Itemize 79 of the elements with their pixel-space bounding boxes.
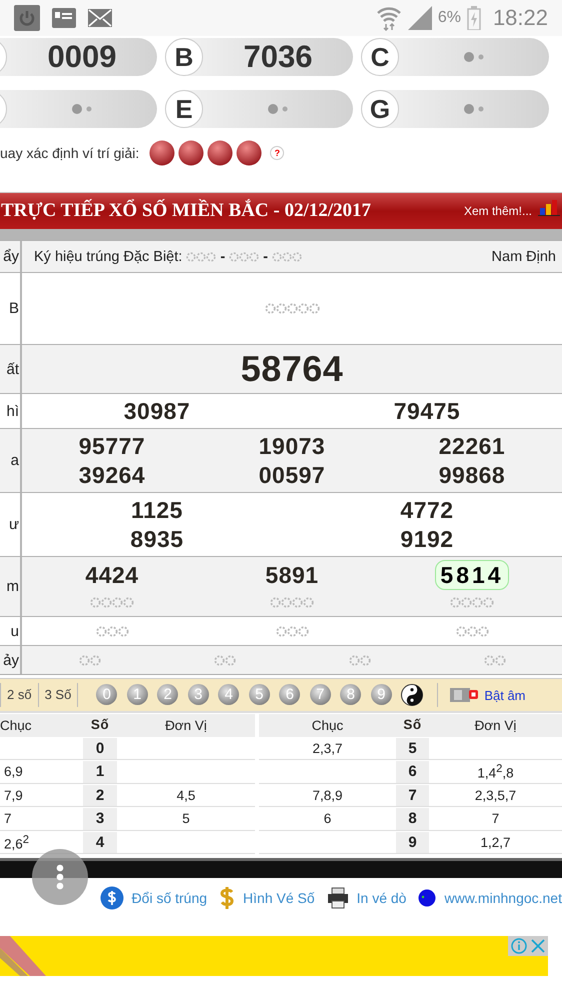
prize-number: 99868 [438,461,506,489]
prize-number: 1125 [131,496,183,524]
table-cell: 7,9 [4,788,23,803]
prize-number: 39264 [78,461,146,489]
footer-link[interactable]: In vé dò [356,890,406,906]
table-cell: 4,5 [176,788,196,803]
table-cell: 5 [396,738,429,760]
table-cell: 5 [182,811,190,826]
digit-ball[interactable]: 7 [310,684,331,705]
table-cell: 2,3,7 [312,740,343,756]
prize-number: 9192 [400,525,454,553]
table-cell: 1,4$^{2}$,8 [477,763,514,780]
prize-number: 95777 [78,432,146,460]
battery-percent: 6% [438,9,461,27]
footer-link[interactable]: www.minhngoc.net [444,890,562,906]
digit-ball[interactable]: 4 [218,684,240,705]
letter-badge: E [165,90,203,128]
prize-number: 8935 [130,525,184,553]
table-cell: 6 [324,811,332,826]
column-header: Đơn Vị [429,714,562,736]
clock: 18:22 [492,5,548,31]
digit-ball[interactable]: 0 [96,684,118,705]
prize-number: 5814 [435,560,509,590]
footer-link[interactable]: Hình Vé Số [243,890,315,906]
table-cell: 2,3,5,7 [474,788,516,803]
letter-badge: C [361,38,399,76]
column-header: Chục [259,714,396,736]
prize-number: 30987 [124,397,190,425]
table-cell: 7,8,9 [312,788,343,803]
table-cell: 7 [492,811,500,826]
letter-badge: B [165,38,203,76]
prize-number: 4772 [400,496,454,524]
prize-number: 79475 [394,397,460,425]
table-cell: 7 [396,784,429,807]
help-button[interactable]: ? [270,146,284,160]
prize-number: 5891 [265,561,319,589]
table-cell: 3 [83,808,117,830]
prize-number: 4424 [85,561,139,589]
sound-toggle-link[interactable]: Bật âm [484,688,526,702]
digit-ball[interactable]: 2 [157,684,178,705]
table-cell: 1 [83,761,117,784]
letter-badge: G [361,90,399,128]
table-cell: 8 [396,808,429,830]
prize-label: ảy [0,646,22,674]
table-cell: 9 [396,832,429,854]
column-header: Chục [0,714,83,736]
table-cell: 1,2,7 [480,834,511,850]
table-cell: 0 [83,738,117,760]
code-separator: - [263,248,268,264]
more-link[interactable]: Xem thêm!... [464,204,532,218]
draw-position-label: uay xác định ví trí giải: [0,145,140,161]
prize-number: 19073 [258,432,326,460]
digit-ball[interactable]: 6 [279,684,300,705]
table-cell: 7 [4,811,12,826]
prize-number: 58764 [240,348,344,390]
code-separator: - [220,248,226,264]
mode-tab[interactable]: 3 Số [38,683,78,707]
digit-ball[interactable]: 9 [370,684,392,705]
special-code-label: Ký hiệu trúng Đặc Biệt: [34,248,182,264]
table-cell: 2,6$^{2}$ [4,834,30,851]
table-cell: 6,9 [4,764,23,780]
table-cell: 6 [396,761,429,784]
digit-ball[interactable]: 1 [126,684,148,705]
mode-tab[interactable]: 2 số [0,683,38,707]
column-header: Đơn Vị [117,714,255,736]
table-cell: 2 [83,784,117,807]
column-header: Số [83,714,117,736]
digit-ball[interactable]: 3 [188,684,209,705]
footer-link[interactable]: Đổi số trúng [132,890,208,906]
column-header: Số [396,714,429,736]
results-title: TRỰC TIẾP XỔ SỐ MIỀN BẮC - 02/12/2017 [1,200,372,222]
prize-number: 22261 [438,432,506,460]
prize-number: 00597 [258,461,326,489]
digit-ball[interactable]: 5 [248,684,270,705]
table-cell: 4 [83,832,117,854]
province-name: Nam Định [492,248,556,264]
digit-ball[interactable]: 8 [340,684,362,705]
result-number: 7036 [244,39,312,75]
result-number: 0009 [48,39,116,75]
